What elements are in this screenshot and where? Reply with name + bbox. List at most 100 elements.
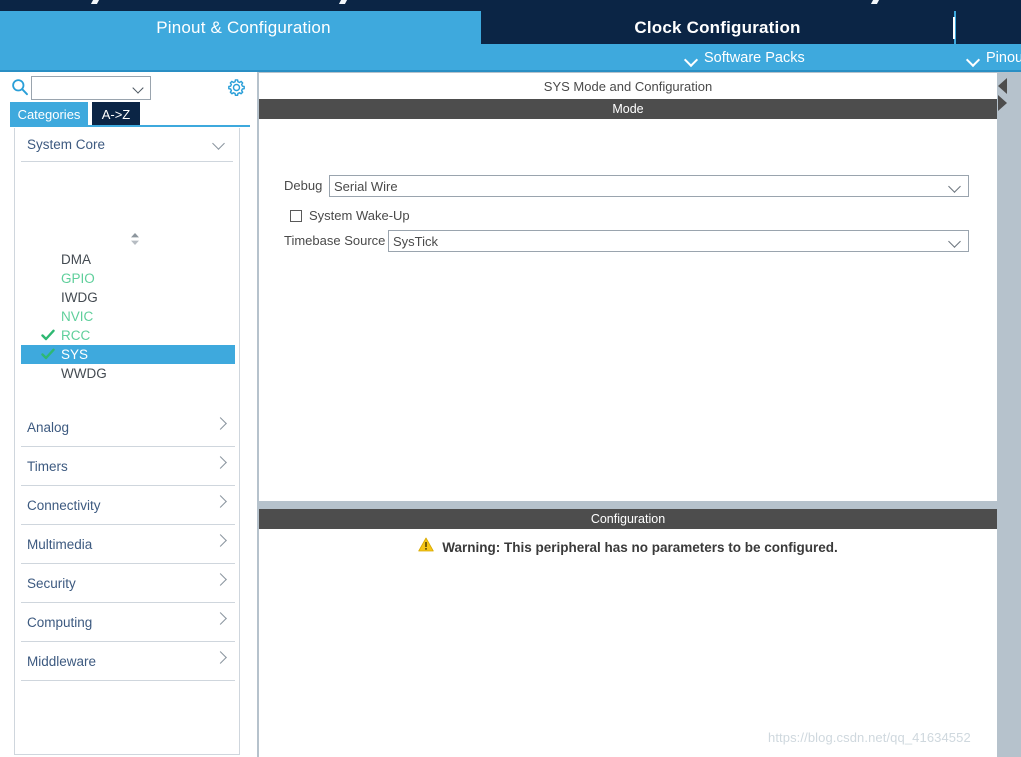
chevron-right-icon — [216, 653, 226, 663]
peripheral-item-rcc-label: RCC — [61, 328, 91, 343]
tab-pinout-configuration-label: Pinout & Configuration — [156, 17, 331, 37]
tab-divider — [953, 17, 955, 39]
configuration-section-header: Configuration — [259, 509, 997, 529]
tab-extra[interactable] — [956, 11, 1021, 44]
system-wakeup-label: System Wake-Up — [309, 208, 410, 223]
peripheral-item-iwdg[interactable]: IWDG — [21, 288, 235, 307]
sidebar-tabs-rule — [10, 125, 250, 127]
cubemx-window: Pinout & Configuration Clock Configurati… — [0, 0, 1021, 757]
mode-panel: SYS Mode and Configuration Mode Debug Se… — [258, 72, 998, 502]
configuration-workspace: SYS Mode and Configuration Mode Debug Se… — [257, 72, 1021, 757]
pinout-menu[interactable]: Pinout — [968, 44, 1021, 72]
timebase-select-value: SysTick — [393, 234, 439, 249]
sidebar-search-row — [0, 72, 250, 102]
sidebar-group-system-core-label: System Core — [27, 137, 106, 152]
software-packs-label: Software Packs — [704, 50, 805, 66]
chevron-down-icon — [950, 239, 961, 245]
sidebar-group-connectivity[interactable]: Connectivity — [21, 486, 235, 525]
peripheral-item-sys-label: SYS — [61, 347, 89, 362]
warning-text: Warning: This peripheral has no paramete… — [442, 539, 838, 555]
panel-title: SYS Mode and Configuration — [259, 73, 997, 99]
search-input[interactable] — [35, 78, 127, 98]
peripheral-item-nvic-label: NVIC — [61, 309, 94, 324]
peripheral-item-gpio-label: GPIO — [61, 271, 95, 286]
sidebar-group-middleware[interactable]: Middleware — [21, 642, 235, 681]
tab-categories-label: Categories — [17, 106, 81, 122]
peripheral-sidebar: Categories A->Z System Core DMA GPIO IWD… — [0, 72, 250, 757]
tab-clock-configuration[interactable]: Clock Configuration — [481, 11, 954, 44]
list-scroll-spinner[interactable] — [128, 231, 142, 247]
workspace-scroll-track[interactable] — [1007, 72, 1017, 757]
debug-field-label: Debug — [284, 178, 323, 193]
chevron-right-icon — [216, 614, 226, 624]
category-panel: System Core DMA GPIO IWDG NVIC RCC SYS W… — [14, 128, 240, 755]
sidebar-group-system-core[interactable]: System Core — [21, 128, 233, 162]
chevron-right-icon — [216, 536, 226, 546]
chevron-right-icon — [216, 575, 226, 585]
watermark: https://blog.csdn.net/qq_41634552 — [768, 730, 971, 745]
collapsed-group-list: Analog Timers Connectivity Multimedia Se… — [15, 408, 241, 681]
chevron-right-icon — [216, 419, 226, 429]
main-tab-bar: Pinout & Configuration Clock Configurati… — [0, 11, 1021, 44]
peripheral-list: DMA GPIO IWDG NVIC RCC SYS WWDG — [21, 250, 235, 383]
peripheral-item-nvic[interactable]: NVIC — [21, 307, 235, 326]
chevron-right-icon — [216, 458, 226, 468]
system-wakeup-checkbox[interactable] — [290, 209, 302, 222]
system-wakeup-checkbox-row[interactable]: System Wake-Up — [290, 208, 410, 223]
chevron-down-icon — [950, 184, 961, 190]
sub-tool-bar: Software Packs Pinout — [0, 44, 1021, 72]
mode-body: Debug Serial Wire System Wake-Up Timebas… — [259, 119, 997, 501]
peripheral-item-gpio[interactable]: GPIO — [21, 269, 235, 288]
gear-icon[interactable] — [227, 78, 246, 97]
sidebar-group-middleware-label: Middleware — [27, 653, 97, 669]
sidebar-group-security-label: Security — [27, 575, 76, 591]
mode-section-header: Mode — [259, 99, 997, 119]
peripheral-item-rcc[interactable]: RCC — [21, 326, 235, 345]
sidebar-group-computing[interactable]: Computing — [21, 603, 235, 642]
search-combo[interactable] — [31, 76, 151, 100]
top-menubar-strip — [0, 0, 1021, 11]
debug-field-row: Debug Serial Wire — [259, 175, 997, 197]
tab-categories[interactable]: Categories — [10, 102, 88, 126]
sidebar-group-connectivity-label: Connectivity — [27, 497, 101, 513]
chevron-down-icon — [214, 140, 226, 148]
sidebar-group-multimedia-label: Multimedia — [27, 536, 93, 552]
sidebar-group-security[interactable]: Security — [21, 564, 235, 603]
configuration-panel: Configuration Warning: This peripheral h… — [258, 508, 998, 757]
sidebar-group-analog-label: Analog — [27, 419, 70, 435]
software-packs-menu[interactable]: Software Packs — [686, 44, 805, 72]
check-icon — [41, 329, 55, 342]
peripheral-item-dma[interactable]: DMA — [21, 250, 235, 269]
timebase-select[interactable]: SysTick — [388, 230, 969, 252]
peripheral-item-iwdg-label: IWDG — [61, 290, 98, 305]
pinout-menu-label: Pinout — [986, 50, 1021, 66]
menu-tick-1 — [90, 0, 100, 4]
warning-triangle-icon — [418, 537, 434, 557]
chevron-down-icon — [686, 55, 697, 62]
menu-tick-2 — [338, 0, 348, 4]
timebase-field-label: Timebase Source — [284, 233, 386, 248]
sidebar-group-multimedia[interactable]: Multimedia — [21, 525, 235, 564]
chevron-down-icon[interactable] — [134, 85, 144, 91]
tab-a-to-z-label: A->Z — [101, 106, 131, 122]
check-icon — [41, 348, 55, 361]
sidebar-group-timers[interactable]: Timers — [21, 447, 235, 486]
peripheral-item-sys[interactable]: SYS — [21, 345, 235, 364]
tab-clock-configuration-label: Clock Configuration — [634, 17, 801, 37]
tab-pinout-configuration[interactable]: Pinout & Configuration — [10, 11, 477, 44]
debug-select-value: Serial Wire — [334, 179, 398, 194]
sidebar-view-tabs: Categories A->Z — [0, 102, 250, 126]
peripheral-item-dma-label: DMA — [61, 252, 91, 267]
sidebar-group-computing-label: Computing — [27, 614, 93, 630]
timebase-field-row: Timebase Source SysTick — [259, 230, 997, 252]
sidebar-group-timers-label: Timers — [27, 458, 68, 474]
tab-a-to-z[interactable]: A->Z — [92, 102, 140, 126]
chevron-down-icon — [968, 55, 979, 62]
chevron-right-icon — [216, 497, 226, 507]
sidebar-group-analog[interactable]: Analog — [21, 408, 235, 447]
debug-select[interactable]: Serial Wire — [329, 175, 969, 197]
peripheral-item-wwdg[interactable]: WWDG — [21, 364, 235, 383]
panel-collapse-arrows[interactable] — [995, 76, 1009, 116]
menu-tick-3 — [870, 0, 880, 4]
search-icon — [11, 78, 29, 96]
